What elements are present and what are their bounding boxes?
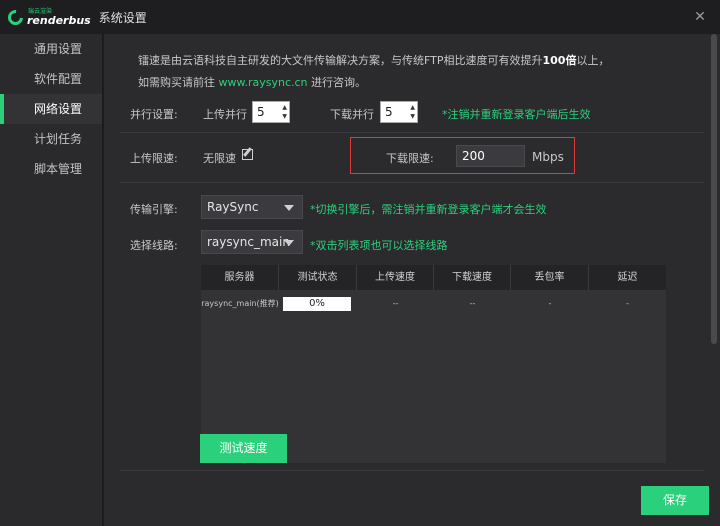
divider <box>120 182 704 183</box>
download-speed-cell: -- <box>469 299 476 308</box>
stepper-down-icon[interactable]: ▼ <box>282 113 287 120</box>
server-cell: raysync_main(推荐) <box>201 299 279 308</box>
engine-label: 传输引擎: <box>130 203 178 216</box>
chevron-down-icon <box>284 205 294 211</box>
raysync-link[interactable]: www.raysync.cn <box>219 76 308 89</box>
renderbus-logo-icon <box>4 6 27 28</box>
column-header: 上传速度 <box>357 265 434 290</box>
download-limit-input[interactable]: 200 <box>456 145 525 167</box>
intro-text-line1: 镭速是由云语科技自主研发的大文件传输解决方案，与传统FTP相比速度可有效提升10… <box>138 54 610 67</box>
download-parallel-label: 下载并行 <box>330 108 374 121</box>
sidebar-item-general[interactable]: 通用设置 <box>0 34 102 64</box>
upload-limit-label: 上传限速: <box>130 152 178 165</box>
column-header: 丢包率 <box>511 265 589 290</box>
column-header: 下载速度 <box>434 265 511 290</box>
engine-note: *切换引擎后，需注销并重新登录客户端才会生效 <box>310 203 547 216</box>
line-note: *双击列表项也可以选择线路 <box>310 239 448 252</box>
test-speed-button[interactable]: 测试速度 <box>200 434 287 463</box>
upload-parallel-stepper[interactable]: 5 ▲ ▼ <box>252 101 290 123</box>
status-cell: 0% <box>279 293 357 315</box>
upload-parallel-value: 5 <box>257 105 265 119</box>
column-header: 测试状态 <box>279 265 357 290</box>
chevron-down-icon <box>284 240 294 246</box>
line-select-value: raysync_main <box>207 235 290 249</box>
scrollbar[interactable] <box>711 34 717 344</box>
save-button[interactable]: 保存 <box>641 486 709 515</box>
download-limit-label: 下载限速: <box>386 152 434 165</box>
settings-sidebar: 通用设置 软件配置 网络设置 计划任务 脚本管理 <box>0 34 103 526</box>
upload-speed-cell: -- <box>392 299 399 308</box>
title-bar: 瑞云渲染 renderbus 系统设置 ✕ <box>0 0 720 34</box>
download-parallel-stepper[interactable]: 5 ▲ ▼ <box>380 101 418 123</box>
parallel-note: *注销并重新登录客户端后生效 <box>442 108 591 121</box>
sidebar-item-software[interactable]: 软件配置 <box>0 64 102 94</box>
edit-icon[interactable] <box>242 149 253 160</box>
stepper-up-icon[interactable]: ▲ <box>282 104 287 111</box>
upload-limit-value: 无限速 <box>203 152 236 165</box>
packet-loss-cell: - <box>548 299 552 308</box>
network-settings-panel: 镭速是由云语科技自主研发的大文件传输解决方案，与传统FTP相比速度可有效提升10… <box>104 34 720 526</box>
stepper-up-icon[interactable]: ▲ <box>410 104 415 111</box>
line-label: 选择线路: <box>130 239 178 252</box>
parallel-label: 并行设置: <box>130 108 178 121</box>
latency-cell: - <box>626 299 629 308</box>
window-title: 系统设置 <box>98 10 147 25</box>
sidebar-item-scripts[interactable]: 脚本管理 <box>0 154 102 184</box>
download-parallel-value: 5 <box>385 105 393 119</box>
divider <box>120 470 704 471</box>
app-logo: 瑞云渲染 renderbus <box>4 6 91 28</box>
logo-en-text: renderbus <box>27 13 91 27</box>
download-limit-unit: Mbps <box>532 150 564 164</box>
upload-parallel-label: 上传并行 <box>203 108 247 121</box>
column-header: 服务器 <box>201 265 279 290</box>
close-icon[interactable]: ✕ <box>692 9 708 25</box>
line-select[interactable]: raysync_main <box>201 230 303 254</box>
table-header: 服务器 测试状态 上传速度 下载速度 丢包率 延迟 <box>201 265 666 290</box>
table-row[interactable]: raysync_main(推荐) 0% -- -- - - <box>201 293 666 315</box>
engine-select-value: RaySync <box>207 200 259 214</box>
divider <box>120 132 704 133</box>
column-header: 延迟 <box>617 272 638 283</box>
engine-select[interactable]: RaySync <box>201 195 303 219</box>
intro-text-line2: 如需购买请前往 www.raysync.cn 进行咨询。 <box>138 76 367 89</box>
test-progress: 0% <box>283 297 351 311</box>
sidebar-item-schedule[interactable]: 计划任务 <box>0 124 102 154</box>
stepper-down-icon[interactable]: ▼ <box>410 113 415 120</box>
sidebar-item-network[interactable]: 网络设置 <box>0 94 102 124</box>
